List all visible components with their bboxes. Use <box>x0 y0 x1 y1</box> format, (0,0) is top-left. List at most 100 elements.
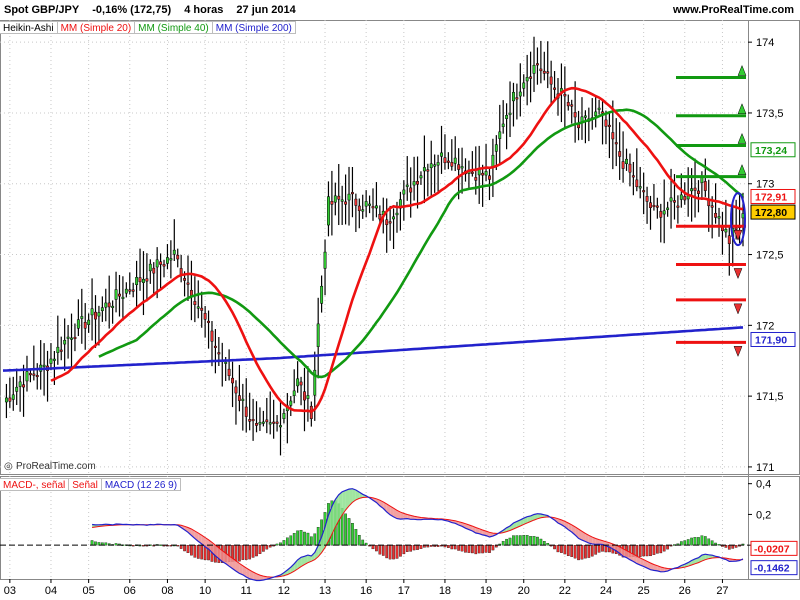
candle-body <box>234 386 238 394</box>
macd-tick-label: 0,4 <box>756 479 771 491</box>
candle-body <box>416 181 419 185</box>
macd-histogram-bar <box>460 545 464 552</box>
macd-histogram-bar <box>652 545 656 555</box>
candle-body <box>169 258 173 261</box>
candle-body <box>542 70 546 74</box>
candle-body <box>539 68 543 72</box>
candle-body <box>546 71 550 74</box>
macd-histogram-bar <box>248 545 252 560</box>
macd-histogram-bar <box>282 540 286 546</box>
candle-body <box>446 160 450 163</box>
legend-ma40[interactable]: MM (Simple 40) <box>134 21 213 34</box>
macd-histogram-bar <box>536 536 539 546</box>
candle-body <box>374 205 378 209</box>
legend-macd[interactable]: MACD (12 26 9) <box>100 478 182 491</box>
ma40-line <box>98 108 744 379</box>
candle-body <box>104 302 108 308</box>
candle-body <box>645 196 649 202</box>
macd-histogram-bar <box>570 545 574 557</box>
time-tick-label: 24 <box>600 585 612 597</box>
candle-body <box>159 261 163 265</box>
candle-body <box>429 163 433 169</box>
macd-histogram-bar <box>525 535 529 546</box>
candle-body <box>395 212 399 216</box>
macd-histogram-bar <box>594 545 598 555</box>
macd-histogram-bar <box>590 545 594 557</box>
legend-ma200[interactable]: MM (Simple 200) <box>211 21 296 34</box>
macd-histogram-bar <box>690 537 693 546</box>
macd-histogram-bar <box>385 545 389 559</box>
macd-histogram-bar <box>416 545 419 550</box>
candle-body <box>433 164 437 167</box>
macd-histogram-bar <box>597 545 601 553</box>
macd-histogram-bar <box>409 545 413 552</box>
candle-body <box>76 319 80 329</box>
candle-body <box>470 171 474 174</box>
time-tick-label: 10 <box>199 585 211 597</box>
candle-body <box>714 213 718 218</box>
candle-body <box>261 421 265 424</box>
macd-histogram-bar <box>501 541 505 546</box>
macd-histogram-bar <box>556 545 560 553</box>
macd-histogram-bar <box>464 545 467 553</box>
candle-body <box>49 358 53 364</box>
legend-ma20[interactable]: MM (Simple 20) <box>56 21 136 34</box>
candle-body <box>494 144 498 152</box>
macd-histogram-bar <box>234 545 238 562</box>
candle-body <box>111 305 115 308</box>
change-readout: -0,16% (172,75) <box>92 4 172 16</box>
candle-body <box>128 289 132 292</box>
price-badge-label: 171,90 <box>755 334 787 346</box>
macd-legend: MACD-, señal Señal MACD (12 26 9) <box>0 478 182 491</box>
candle-body <box>364 201 368 207</box>
macd-histogram-bar <box>577 545 580 561</box>
candle-body <box>303 391 306 401</box>
down-arrow-icon <box>733 303 743 315</box>
time-tick-label: 22 <box>559 585 571 597</box>
price-tick-label: 172,5 <box>756 250 784 262</box>
candle-body <box>508 112 512 115</box>
candle-body <box>282 413 286 419</box>
candle-body <box>176 254 180 260</box>
candle-body <box>402 189 406 195</box>
indicator-legend: Heikin-Ashi MM (Simple 20) MM (Simple 40… <box>0 21 296 34</box>
candle-body <box>145 278 149 282</box>
candle-body <box>265 419 269 423</box>
candle-body <box>241 398 245 401</box>
candle-body <box>186 282 190 285</box>
time-tick-label: 19 <box>480 585 492 597</box>
macd-histogram-bar <box>508 537 512 546</box>
macd-histogram-bar <box>179 545 183 549</box>
time-tick-label: 26 <box>679 585 691 597</box>
legend-heikin-ashi[interactable]: Heikin-Ashi <box>0 21 58 34</box>
macd-histogram-bar <box>697 537 700 546</box>
macd-histogram-bar <box>662 545 666 552</box>
macd-histogram-bar <box>255 545 258 557</box>
macd-histogram-bar <box>700 535 704 546</box>
candle-body <box>683 196 687 201</box>
candle-body <box>210 330 214 342</box>
macd-histogram-bar <box>539 538 543 546</box>
time-tick-label: 20 <box>518 585 530 597</box>
time-tick-label: 25 <box>638 585 650 597</box>
macd-histogram-bar <box>378 545 382 555</box>
macd-histogram-bar <box>584 545 587 559</box>
candle-body <box>63 339 67 345</box>
candle-body <box>4 397 8 403</box>
candle-body <box>679 194 683 200</box>
legend-signal[interactable]: Señal <box>68 478 102 491</box>
macd-histogram-bar <box>262 545 265 552</box>
macd-histogram-bar <box>529 536 532 546</box>
candle-body <box>203 313 207 320</box>
candle-body <box>316 323 320 347</box>
macd-histogram-bar <box>515 535 519 546</box>
macd-histogram-bar <box>532 536 536 546</box>
candle-body <box>272 421 276 424</box>
macd-histogram-bar <box>488 545 491 553</box>
candle-body <box>573 112 577 118</box>
candle-body <box>279 425 282 428</box>
site-url[interactable]: www.ProRealTime.com <box>673 2 794 18</box>
candle-body <box>124 288 128 294</box>
macd-histogram-bar <box>347 518 351 546</box>
legend-macd-signal[interactable]: MACD-, señal <box>0 478 70 491</box>
